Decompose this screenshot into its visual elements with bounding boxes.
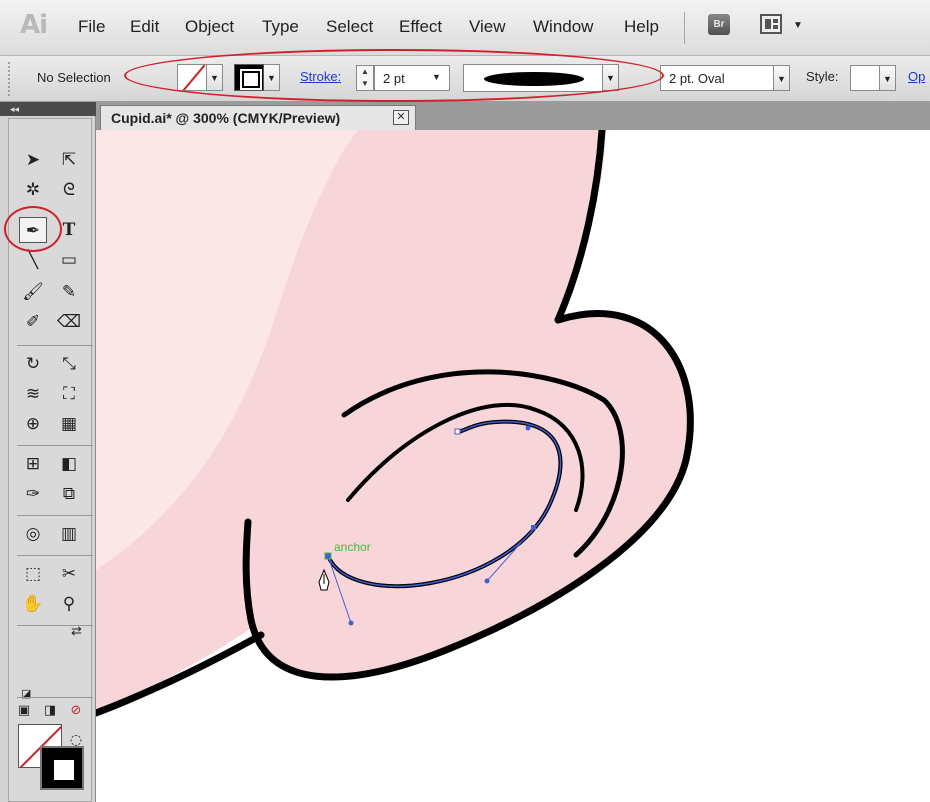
- eyedropper-tool-icon[interactable]: ✑: [19, 481, 47, 507]
- profile-dropdown-arrow[interactable]: ▼: [774, 65, 790, 91]
- tools-panel: ◂◂ ➤ ⇱ ✲ ᘓ ✒ T ╲ ▭ 🖌 ✎ ✐ ⌫ ↻ ⤡ ≋ ⛶ ⊕ ▦ ⊞…: [0, 102, 96, 802]
- perspective-grid-tool-icon[interactable]: ▦: [55, 411, 83, 437]
- menu-effect[interactable]: Effect: [399, 17, 442, 37]
- menu-separator: [684, 12, 685, 44]
- handle-point: [484, 578, 490, 584]
- symbol-sprayer-tool-icon[interactable]: ◎: [19, 521, 47, 547]
- handle-point: [348, 620, 354, 626]
- menu-type[interactable]: Type: [262, 17, 299, 37]
- smart-guide-anchor-label: anchor: [334, 540, 371, 554]
- tools-grid: ➤ ⇱ ✲ ᘓ ✒ T ╲ ▭ 🖌 ✎ ✐ ⌫ ↻ ⤡ ≋ ⛶ ⊕ ▦ ⊞ ◧ …: [8, 118, 93, 802]
- menu-file[interactable]: File: [78, 17, 105, 37]
- scale-tool-icon[interactable]: ⤡: [55, 351, 83, 377]
- tools-separator: [17, 345, 93, 346]
- anchor-point: [454, 428, 461, 435]
- direct-selection-tool-icon[interactable]: ⇱: [55, 147, 83, 173]
- swap-fill-stroke-icon[interactable]: ⇄: [71, 623, 82, 639]
- blend-tool-icon[interactable]: ⧉: [55, 481, 83, 507]
- anchor-point: [324, 552, 332, 560]
- zoom-tool-icon[interactable]: ⚲: [55, 591, 83, 617]
- close-icon[interactable]: ✕: [393, 110, 409, 125]
- brush-dropdown-arrow[interactable]: ▼: [603, 64, 619, 91]
- gradient-tool-icon[interactable]: ◧: [55, 451, 83, 477]
- menu-edit[interactable]: Edit: [130, 17, 159, 37]
- document-tab-strip: Cupid.ai* @ 300% (CMYK/Preview) ✕: [96, 102, 930, 130]
- menu-view[interactable]: View: [469, 17, 506, 37]
- gradient-mode-icon[interactable]: ◨: [39, 701, 61, 721]
- shape-builder-tool-icon[interactable]: ⊕: [19, 411, 47, 437]
- stroke-panel-link[interactable]: Stroke:: [300, 69, 341, 84]
- tools-separator: [17, 555, 93, 556]
- control-bar-grip[interactable]: [8, 62, 12, 96]
- warp-tool-icon[interactable]: ≋: [19, 381, 47, 407]
- anchor-point: [531, 525, 536, 530]
- tools-separator: [17, 445, 93, 446]
- fill-dropdown-arrow[interactable]: ▼: [207, 64, 223, 91]
- menu-window[interactable]: Window: [533, 17, 593, 37]
- control-bar: No Selection ▼ ▼ Stroke: ▲ ▼ 2 pt ▼ ▼ 2 p…: [0, 56, 930, 102]
- slice-tool-icon[interactable]: ✂: [55, 561, 83, 587]
- illustrator-logo: Ai: [20, 10, 48, 40]
- rotate-tool-icon[interactable]: ↻: [19, 351, 47, 377]
- stroke-color-box[interactable]: [40, 746, 84, 790]
- menu-object[interactable]: Object: [185, 17, 234, 37]
- pen-tool-icon[interactable]: ✒: [19, 217, 47, 243]
- stroke-weight-dropdown-icon[interactable]: ▼: [432, 72, 441, 82]
- column-graph-tool-icon[interactable]: ▥: [55, 521, 83, 547]
- variable-width-profile-field[interactable]: 2 pt. Oval: [660, 65, 774, 91]
- style-dropdown-arrow[interactable]: ▼: [880, 65, 896, 91]
- anchor-point: [525, 425, 531, 431]
- style-label: Style:: [806, 69, 839, 84]
- menu-select[interactable]: Select: [326, 17, 373, 37]
- mesh-tool-icon[interactable]: ⊞: [19, 451, 47, 477]
- line-segment-tool-icon[interactable]: ╲: [19, 247, 47, 273]
- type-tool-icon[interactable]: T: [55, 217, 83, 243]
- hand-tool-icon[interactable]: ✋: [19, 591, 47, 617]
- artboard-tool-icon[interactable]: ⬚: [19, 561, 47, 587]
- artboard-canvas[interactable]: anchor: [96, 130, 930, 802]
- eraser-tool-icon[interactable]: ⌫: [55, 309, 83, 335]
- menu-help[interactable]: Help: [624, 17, 659, 37]
- rectangle-tool-icon[interactable]: ▭: [55, 247, 83, 273]
- document-tab[interactable]: Cupid.ai* @ 300% (CMYK/Preview) ✕: [100, 105, 416, 130]
- stroke-color-swatch[interactable]: [234, 64, 264, 91]
- paintbrush-tool-icon[interactable]: 🖌: [19, 279, 47, 305]
- default-fill-stroke-icon[interactable]: ◪: [21, 687, 31, 700]
- free-transform-tool-icon[interactable]: ⛶: [55, 381, 83, 407]
- magic-wand-tool-icon[interactable]: ✲: [19, 177, 47, 203]
- document-tab-title: Cupid.ai* @ 300% (CMYK/Preview): [111, 110, 341, 126]
- none-mode-icon[interactable]: ⊘: [65, 701, 87, 721]
- menu-bar: Ai File Edit Object Type Select Effect V…: [0, 0, 930, 56]
- color-mode-icon[interactable]: ▣: [13, 701, 35, 721]
- tools-separator: [17, 515, 93, 516]
- cupid-ear-artwork: [96, 130, 694, 717]
- selection-status: No Selection: [37, 70, 111, 85]
- pencil-tool-icon[interactable]: ✎: [55, 279, 83, 305]
- selection-tool-icon[interactable]: ➤: [19, 147, 47, 173]
- chevron-down-icon: ▼: [793, 20, 803, 31]
- brush-definition-preview[interactable]: [463, 64, 603, 92]
- arrange-documents-button[interactable]: ▼: [760, 14, 803, 36]
- tools-separator: [17, 697, 93, 698]
- stroke-weight-stepper[interactable]: ▲ ▼: [356, 65, 374, 91]
- graphic-style-swatch[interactable]: [850, 65, 880, 91]
- fill-color-swatch[interactable]: [177, 64, 207, 91]
- blob-brush-tool-icon[interactable]: ✐: [19, 309, 47, 335]
- arrange-documents-icon: [760, 14, 782, 34]
- tools-panel-collapse[interactable]: ◂◂: [0, 102, 96, 116]
- opacity-panel-link[interactable]: Op: [908, 69, 925, 84]
- lasso-tool-icon[interactable]: ᘓ: [55, 177, 83, 203]
- bridge-button[interactable]: Br: [708, 14, 730, 35]
- stroke-dropdown-arrow[interactable]: ▼: [264, 64, 280, 91]
